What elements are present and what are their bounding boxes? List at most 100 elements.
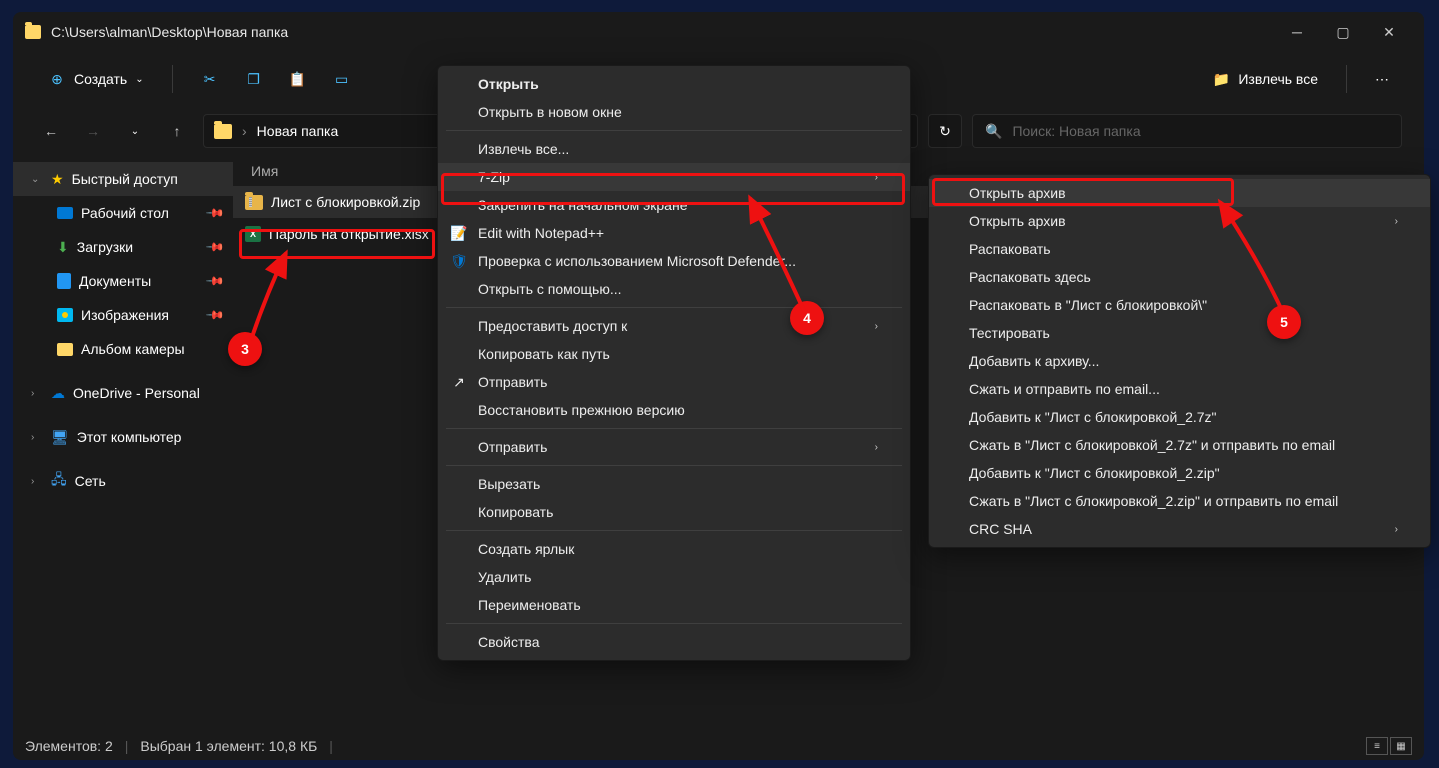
window-title: C:\Users\alman\Desktop\Новая папка [51, 24, 1274, 40]
ctx-compress-email[interactable]: Сжать и отправить по email... [929, 375, 1430, 403]
context-submenu-7zip: Открыть архив Открыть архив› Распаковать… [928, 174, 1431, 548]
pictures-icon [57, 308, 73, 322]
ctx-crc-sha[interactable]: CRC SHA› [929, 515, 1430, 543]
ctx-open-with[interactable]: Открыть с помощью... [438, 275, 910, 303]
ctx-pin-start[interactable]: Закрепить на начальном экране [438, 191, 910, 219]
maximize-button[interactable]: ▢ [1320, 12, 1366, 52]
search-icon: 🔍 [985, 123, 1002, 140]
more-button[interactable]: ⋯ [1365, 65, 1399, 94]
sidebar-quick-access[interactable]: ⌄★Быстрый доступ [13, 162, 233, 196]
recent-button[interactable]: ⌄ [119, 115, 151, 147]
ctx-compress-zip-email[interactable]: Сжать в "Лист с блокировкой_2.zip" и отп… [929, 487, 1430, 515]
create-label: Создать [74, 71, 127, 87]
status-selected: Выбран 1 элемент: 10,8 КБ [140, 738, 317, 754]
network-icon: 🖧 [51, 469, 67, 493]
ctx-notepad[interactable]: 📝Edit with Notepad++ [438, 219, 910, 247]
ctx-add-archive[interactable]: Добавить к архиву... [929, 347, 1430, 375]
rename-button[interactable]: ▭ [323, 64, 361, 94]
ctx-open-title: Открыть [438, 70, 910, 98]
ctx-add-zip[interactable]: Добавить к "Лист с блокировкой_2.zip" [929, 459, 1430, 487]
chevron-right-icon: › [1395, 524, 1398, 535]
paste-button[interactable]: 📋 [279, 64, 317, 94]
rename-icon: ▭ [333, 70, 351, 88]
ctx-shortcut[interactable]: Создать ярлык [438, 535, 910, 563]
sidebar-downloads[interactable]: ⬇Загрузки📌 [13, 230, 233, 264]
sidebar-pictures[interactable]: Изображения📌 [13, 298, 233, 332]
sidebar-network[interactable]: ›🖧Сеть [13, 464, 233, 498]
cloud-icon: ☁ [51, 385, 65, 402]
plus-icon: ⊕ [48, 70, 66, 88]
sidebar-desktop[interactable]: Рабочий стол📌 [13, 196, 233, 230]
close-button[interactable]: ✕ [1366, 12, 1412, 52]
pin-icon: 📌 [205, 271, 225, 291]
sidebar: ⌄★Быстрый доступ Рабочий стол📌 ⬇Загрузки… [13, 156, 233, 732]
ctx-test[interactable]: Тестировать [929, 319, 1430, 347]
zip-icon [245, 195, 263, 210]
sidebar-documents[interactable]: Документы📌 [13, 264, 233, 298]
search-input[interactable]: 🔍 Поиск: Новая папка [972, 114, 1402, 148]
annotation-badge: 4 [790, 301, 824, 335]
ctx-send-to[interactable]: Отправить› [438, 433, 910, 461]
copy-icon: ❐ [245, 70, 263, 88]
minimize-button[interactable]: ─ [1274, 12, 1320, 52]
ctx-copy[interactable]: Копировать [438, 498, 910, 526]
view-details-button[interactable]: ≡ [1366, 737, 1388, 755]
pin-icon: 📌 [205, 203, 225, 223]
ctx-share-access[interactable]: Предоставить доступ к› [438, 312, 910, 340]
ctx-properties[interactable]: Свойства [438, 628, 910, 656]
folder-icon [214, 124, 232, 139]
share-icon: ↗ [450, 373, 468, 391]
ctx-extract[interactable]: Распаковать [929, 235, 1430, 263]
chevron-down-icon: ⌄ [135, 74, 143, 85]
file-name: Лист с блокировкой.zip [271, 194, 420, 210]
ctx-compress-7z-email[interactable]: Сжать в "Лист с блокировкой_2.7z" и отпр… [929, 431, 1430, 459]
ctx-copy-path[interactable]: Копировать как путь [438, 340, 910, 368]
ctx-extract-all[interactable]: Извлечь все... [438, 135, 910, 163]
chevron-right-icon: › [875, 442, 878, 453]
ctx-add-7z[interactable]: Добавить к "Лист с блокировкой_2.7z" [929, 403, 1430, 431]
desktop-icon [57, 207, 73, 219]
ctx-send[interactable]: ↗Отправить [438, 368, 910, 396]
breadcrumb[interactable]: Новая папка [257, 123, 339, 139]
ctx-defender[interactable]: 🛡Проверка с использованием Microsoft Def… [438, 247, 910, 275]
sidebar-thispc[interactable]: ›🖥Этот компьютер [13, 420, 233, 454]
pin-icon: 📌 [205, 237, 225, 257]
extract-all-button[interactable]: 📁 Извлечь все [1202, 64, 1328, 94]
ctx-delete[interactable]: Удалить [438, 563, 910, 591]
notepad-icon: 📝 [450, 224, 468, 242]
ctx-extract-to[interactable]: Распаковать в "Лист с блокировкой\" [929, 291, 1430, 319]
ctx-7zip[interactable]: 7-Zip› [438, 163, 910, 191]
up-button[interactable]: ↑ [161, 115, 193, 147]
ctx-open-archive[interactable]: Открыть архив [929, 179, 1430, 207]
clipboard-icon: 📋 [289, 70, 307, 88]
sidebar-onedrive[interactable]: ›☁OneDrive - Personal [13, 376, 233, 410]
sidebar-camera[interactable]: Альбом камеры [13, 332, 233, 366]
cut-button[interactable]: ✂ [191, 64, 229, 94]
ctx-rename[interactable]: Переименовать [438, 591, 910, 619]
chevron-right-icon: › [875, 321, 878, 332]
back-button[interactable]: ← [35, 115, 67, 147]
star-icon: ★ [51, 171, 64, 188]
context-menu: Открыть Открыть в новом окне Извлечь все… [437, 65, 911, 661]
ctx-open-archive-sub[interactable]: Открыть архив› [929, 207, 1430, 235]
pc-icon: 🖥 [51, 429, 69, 446]
ctx-open-new-window[interactable]: Открыть в новом окне [438, 98, 910, 126]
scissors-icon: ✂ [201, 70, 219, 88]
chevron-right-icon: › [1395, 216, 1398, 227]
chevron-right-icon: › [875, 172, 878, 183]
download-icon: ⬇ [57, 239, 69, 256]
status-items: Элементов: 2 [25, 738, 113, 754]
document-icon [57, 273, 71, 289]
search-placeholder: Поиск: Новая папка [1012, 123, 1140, 139]
file-name: Пароль на открытие.xlsx [269, 226, 429, 242]
copy-button[interactable]: ❐ [235, 64, 273, 94]
pin-icon: 📌 [205, 305, 225, 325]
forward-button[interactable]: → [77, 115, 109, 147]
create-button[interactable]: ⊕ Создать ⌄ [38, 64, 154, 94]
ctx-extract-here[interactable]: Распаковать здесь [929, 263, 1430, 291]
view-large-button[interactable]: ▦ [1390, 737, 1412, 755]
shield-icon: 🛡 [450, 252, 468, 270]
ctx-restore[interactable]: Восстановить прежнюю версию [438, 396, 910, 424]
refresh-button[interactable]: ↻ [928, 114, 962, 148]
ctx-cut[interactable]: Вырезать [438, 470, 910, 498]
